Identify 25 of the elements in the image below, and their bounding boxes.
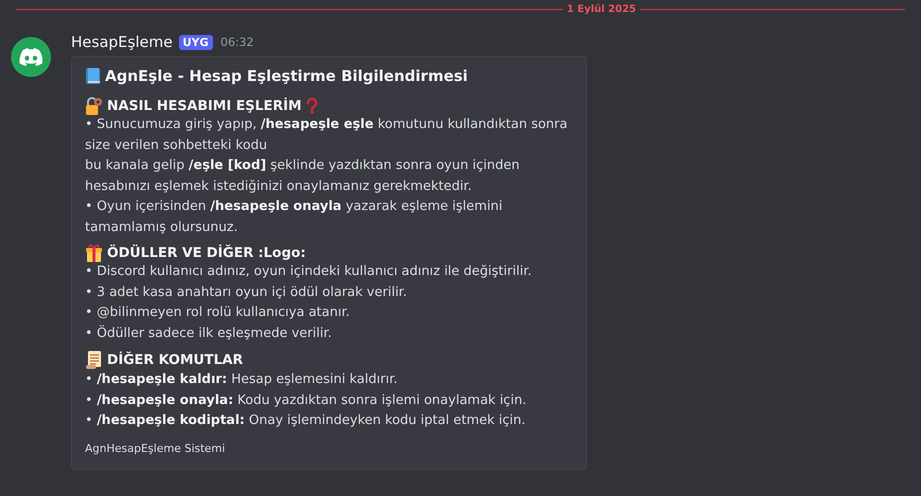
embed-text: • /hesapeşle kodiptal: Onay işlemindeyken kodu iptal etmek için. <box>85 412 527 430</box>
embed-text: bu kanala gelip /eşle [kod] şeklinde yazdıktan sonra oyun içinden hesabınızı eşlemek istediğinizi onaylamanız gerekmektedir. <box>85 157 521 196</box>
embed-footer: AgnHesapEşleme Sistemi <box>85 442 574 454</box>
timestamp: 06:32 <box>220 35 254 49</box>
avatar[interactable] <box>11 37 51 77</box>
section-heading: ÖDÜLLER VE DİĞER :Logo: <box>107 245 306 261</box>
embed-text: • Ödüller sadece ilk eşleşmede verilir. <box>85 324 333 342</box>
embed-text: • Discord kullanıcı adınız, oyun içindeki kullanıcı adınız ile değiştirilir. <box>85 263 533 281</box>
app-tag: UYG <box>178 34 213 50</box>
gift-icon <box>85 244 103 262</box>
embed-text: • /hesapeşle onayla: Kodu yazdıktan sonra işlemi onaylamak için. <box>85 392 528 410</box>
controller-logo-icon <box>19 48 43 66</box>
question-mark-icon <box>306 98 318 114</box>
date-divider: 1 Eylül 2025 <box>566 4 636 15</box>
author-name[interactable]: HesapEşleme <box>71 33 173 51</box>
book-icon <box>85 67 101 85</box>
section-heading: DİĞER KOMUTLAR <box>107 352 244 368</box>
lock-key-icon <box>85 97 103 115</box>
embed-text: • Oyun içerisinden /hesapeşle onayla yazarak eşleme işlemini tamamlamış olursunuz. <box>85 198 504 236</box>
embed-text: • @bilinmeyen rol rolü kullanıcıya atanır. <box>85 304 351 322</box>
scroll-icon <box>85 350 103 370</box>
section-heading: NASIL HESABIMI EŞLERİM <box>107 98 302 114</box>
embed-text: • /hesapeşle kaldır: Hesap eşlemesini kaldırır. <box>85 371 398 389</box>
embed-text: • 3 adet kasa anahtarı oyun içi ödül olarak verilir. <box>85 284 408 302</box>
embed-title: AgnEşle - Hesap Eşleştirme Bilgilendirmesi <box>105 67 468 85</box>
